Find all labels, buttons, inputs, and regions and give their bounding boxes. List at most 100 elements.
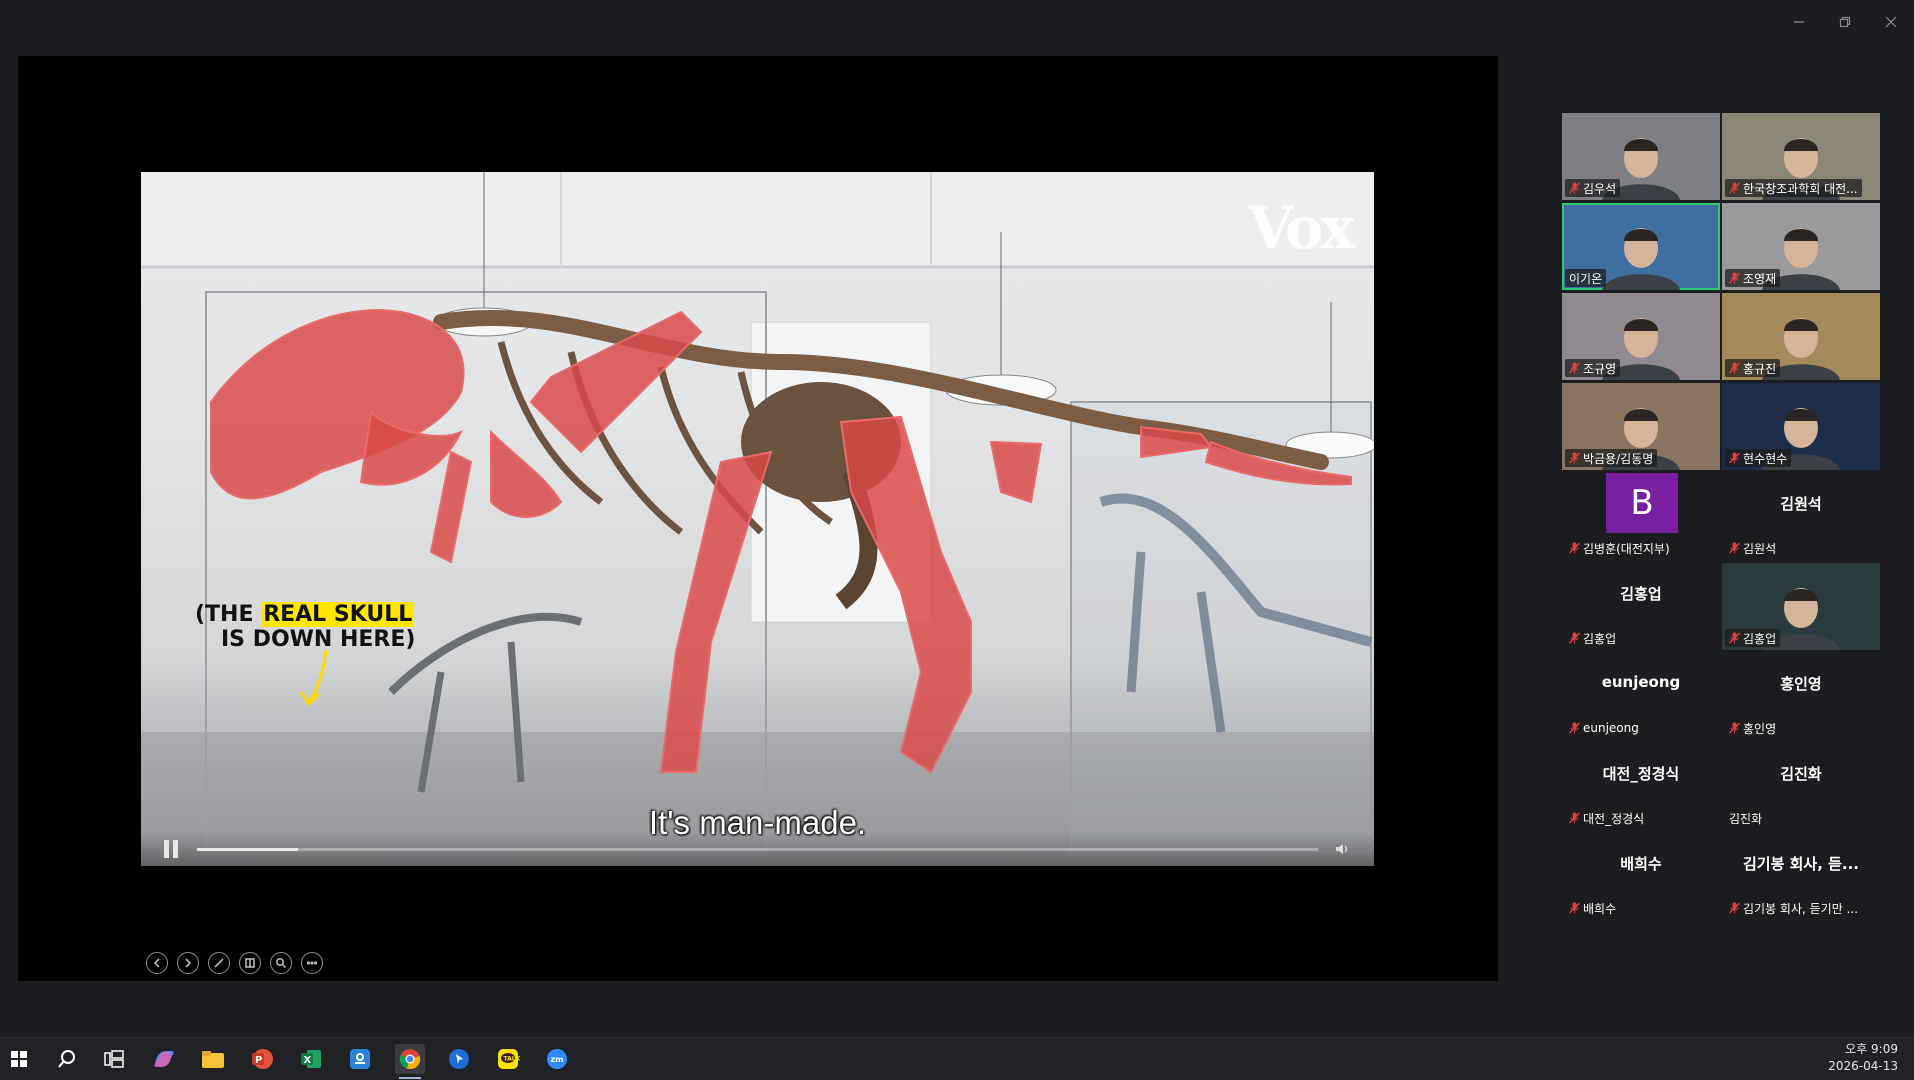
prev-icon[interactable] bbox=[146, 952, 168, 974]
participant-display-name: eunjeong bbox=[1601, 673, 1681, 691]
participant-display-name: 김홍업 bbox=[1620, 585, 1662, 603]
powerpoint-icon[interactable]: P bbox=[247, 1044, 277, 1074]
muted-mic-icon bbox=[1569, 812, 1580, 824]
participant-tile[interactable]: 박금용/김동명 bbox=[1562, 383, 1720, 470]
next-icon[interactable] bbox=[177, 952, 199, 974]
participant-tile[interactable]: 김기봉 회사, 듣... 김기봉 회사, 듣기만 ... bbox=[1722, 833, 1880, 920]
participant-name: 박금용/김동명 bbox=[1583, 451, 1654, 466]
participant-name-tag: 김병훈(대전지부) bbox=[1565, 539, 1674, 557]
participant-name: 배희수 bbox=[1583, 901, 1617, 916]
muted-mic-icon bbox=[1729, 272, 1740, 284]
video-player[interactable]: Vox (THE REAL SKULL IS DOWN HERE) It's m… bbox=[141, 172, 1374, 866]
participant-name-tag: 조영재 bbox=[1725, 269, 1781, 287]
window-controls bbox=[1776, 10, 1914, 34]
pen-icon[interactable] bbox=[208, 952, 230, 974]
participant-tile[interactable]: eunjeong eunjeong bbox=[1562, 653, 1720, 740]
participant-display-name: 김기봉 회사, 듣... bbox=[1742, 855, 1860, 873]
participant-tile[interactable]: 대전_정경식 대전_정경식 bbox=[1562, 743, 1720, 830]
hancom-icon[interactable] bbox=[345, 1044, 375, 1074]
skull-annotation: (THE REAL SKULL IS DOWN HERE) bbox=[195, 602, 415, 652]
muted-mic-icon bbox=[1569, 542, 1580, 554]
participant-name: eunjeong bbox=[1583, 721, 1639, 735]
museum-scene bbox=[141, 172, 1374, 866]
muted-mic-icon bbox=[1729, 452, 1740, 464]
zoom-icon[interactable] bbox=[270, 952, 292, 974]
participant-name: 홍인영 bbox=[1743, 721, 1777, 736]
excel-icon[interactable]: X bbox=[296, 1044, 326, 1074]
task-view-icon[interactable] bbox=[99, 1044, 129, 1074]
participant-name-tag: 배희수 bbox=[1565, 899, 1621, 917]
taskbar: P X TALK zm 오후 9:09 2026-04-13 bbox=[0, 1037, 1914, 1080]
progress-bar[interactable] bbox=[197, 848, 1318, 851]
participant-name-tag: 대전_정경식 bbox=[1565, 809, 1649, 827]
participant-tile[interactable]: 김원석 김원석 bbox=[1722, 473, 1880, 560]
participant-name-tag: 홍규진 bbox=[1725, 359, 1781, 377]
participant-tile[interactable]: 김진화 김진화 bbox=[1722, 743, 1880, 830]
participant-tile[interactable]: 홍규진 bbox=[1722, 293, 1880, 380]
participant-name: 한국창조과학회 대전... bbox=[1743, 181, 1858, 196]
restore-icon[interactable] bbox=[1822, 10, 1868, 34]
participant-tile[interactable]: 김홍업 김홍업 bbox=[1562, 563, 1720, 650]
participant-name: 김병훈(대전지부) bbox=[1583, 541, 1670, 556]
svg-text:zm: zm bbox=[551, 1055, 564, 1064]
volume-icon[interactable] bbox=[1334, 841, 1350, 857]
muted-mic-icon bbox=[1729, 632, 1740, 644]
participant-tile[interactable]: 조규영 bbox=[1562, 293, 1720, 380]
muted-mic-icon bbox=[1729, 182, 1740, 194]
muted-mic-icon bbox=[1569, 902, 1580, 914]
clock-time: 오후 9:09 bbox=[1845, 1042, 1898, 1056]
participant-name-tag: 김기봉 회사, 듣기만 ... bbox=[1725, 899, 1863, 917]
annotation-prefix: (THE bbox=[195, 602, 254, 627]
zoom-app-icon[interactable]: zm bbox=[542, 1044, 572, 1074]
muted-mic-icon bbox=[1729, 542, 1740, 554]
kakaotalk-icon[interactable]: TALK bbox=[493, 1044, 523, 1074]
close-icon[interactable] bbox=[1868, 10, 1914, 34]
copilot-icon[interactable] bbox=[149, 1044, 179, 1074]
participant-name: 김기봉 회사, 듣기만 ... bbox=[1743, 901, 1859, 916]
participant-tile[interactable]: 조영재 bbox=[1722, 203, 1880, 290]
annotation-line2: IS DOWN HERE) bbox=[221, 627, 416, 652]
participant-display-name: 홍인영 bbox=[1780, 675, 1822, 693]
participant-name: 조영재 bbox=[1743, 271, 1777, 286]
participant-tile[interactable]: 배희수 배희수 bbox=[1562, 833, 1720, 920]
participant-name-tag: 김홍업 bbox=[1565, 629, 1621, 647]
muted-mic-icon bbox=[1569, 182, 1580, 194]
participant-tile[interactable]: 김홍업 bbox=[1722, 563, 1880, 650]
participant-name-tag: 현수현수 bbox=[1725, 449, 1792, 467]
muted-mic-icon bbox=[1569, 452, 1580, 464]
svg-text:X: X bbox=[304, 1055, 312, 1066]
progress-fill bbox=[197, 848, 298, 851]
participant-name-tag: 조규영 bbox=[1565, 359, 1621, 377]
participant-display-name: 배희수 bbox=[1620, 855, 1662, 873]
minimize-icon[interactable] bbox=[1776, 10, 1822, 34]
participant-tile[interactable]: 한국창조과학회 대전... bbox=[1722, 113, 1880, 200]
shared-screen: Vox (THE REAL SKULL IS DOWN HERE) It's m… bbox=[18, 56, 1498, 981]
participant-name: 대전_정경식 bbox=[1583, 811, 1645, 826]
participant-tile[interactable]: 현수현수 bbox=[1722, 383, 1880, 470]
start-icon[interactable] bbox=[4, 1044, 34, 1074]
system-clock[interactable]: 오후 9:09 2026-04-13 bbox=[1828, 1041, 1898, 1075]
participant-name: 홍규진 bbox=[1743, 361, 1777, 376]
participant-tile[interactable]: 이기온 bbox=[1562, 203, 1720, 290]
participant-tile[interactable]: B 김병훈(대전지부) bbox=[1562, 473, 1720, 560]
pin-icon[interactable] bbox=[444, 1044, 474, 1074]
participant-name-tag: 박금용/김동명 bbox=[1565, 449, 1658, 467]
more-icon[interactable] bbox=[301, 952, 323, 974]
participant-name: 현수현수 bbox=[1743, 451, 1788, 466]
annotation-highlight: REAL SKULL bbox=[261, 602, 415, 627]
clock-date: 2026-04-13 bbox=[1828, 1059, 1898, 1073]
search-icon[interactable] bbox=[52, 1044, 82, 1074]
muted-mic-icon bbox=[1569, 632, 1580, 644]
video-controls bbox=[141, 832, 1374, 866]
participant-name: 이기온 bbox=[1569, 271, 1603, 286]
participant-tile[interactable]: 홍인영 홍인영 bbox=[1722, 653, 1880, 740]
participant-name-tag: 김우석 bbox=[1565, 179, 1621, 197]
muted-mic-icon bbox=[1729, 362, 1740, 374]
participant-name: 김우석 bbox=[1583, 181, 1617, 196]
participant-tile[interactable]: 김우석 bbox=[1562, 113, 1720, 200]
pause-icon[interactable] bbox=[163, 840, 179, 858]
chrome-icon[interactable] bbox=[395, 1044, 425, 1079]
file-explorer-icon[interactable] bbox=[198, 1044, 228, 1074]
slides-icon[interactable] bbox=[239, 952, 261, 974]
participant-name: 김진화 bbox=[1729, 811, 1763, 826]
